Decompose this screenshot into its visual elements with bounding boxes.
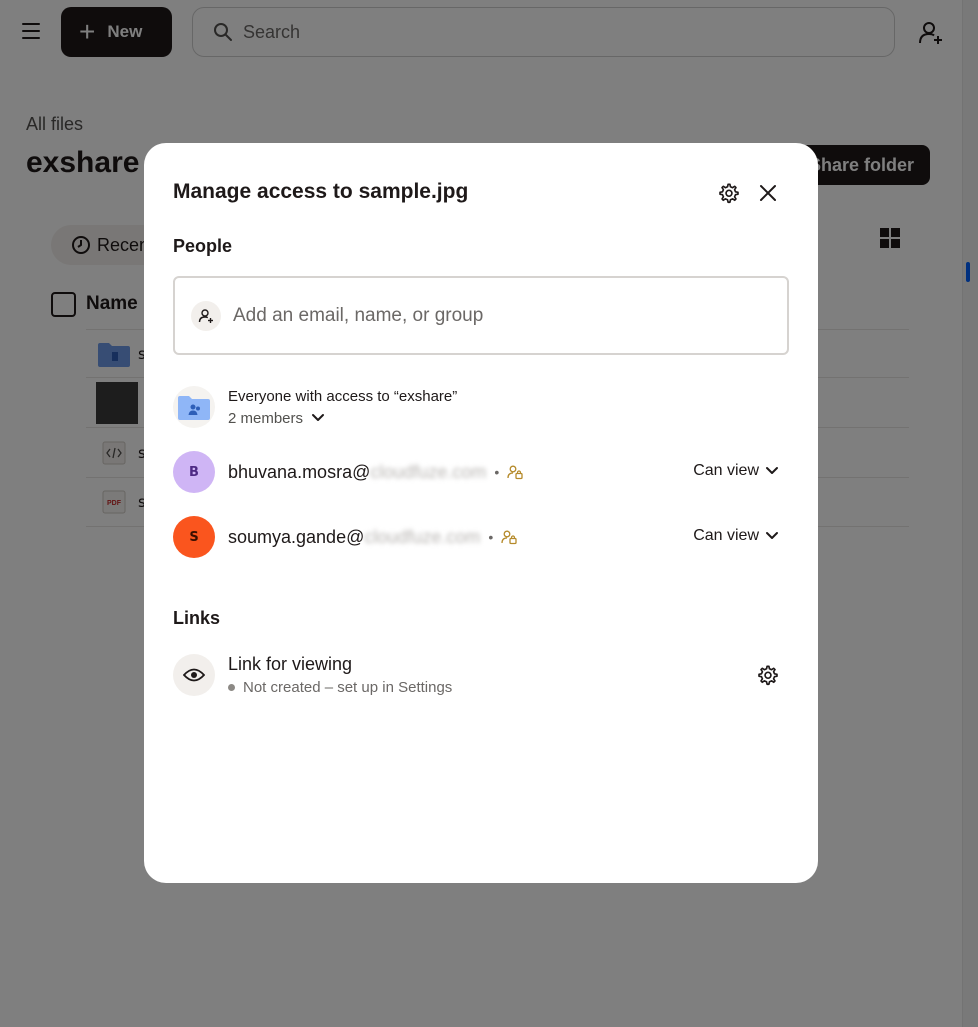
group-access-row: Everyone with access to “exshare” 2 memb… [173, 385, 789, 429]
member-email-domain: cloudfuze.com [370, 461, 487, 482]
chevron-down-icon [312, 414, 325, 421]
member-email: bhuvana.mosra@cloudfuze.com • [228, 462, 523, 483]
member-email-domain: cloudfuze.com [364, 526, 481, 547]
close-icon[interactable] [758, 183, 778, 203]
role-label: Can view [693, 527, 759, 544]
member-email-user: bhuvana.mosra@ [228, 461, 371, 482]
role-label: Can view [693, 462, 759, 479]
add-person-icon [191, 300, 221, 331]
settings-gear-icon[interactable] [718, 182, 740, 204]
link-status: Not created – set up in Settings [228, 679, 452, 696]
member-row: B bhuvana.mosra@cloudfuze.com • Can view [173, 450, 789, 494]
role-dropdown[interactable]: Can view [693, 527, 779, 545]
people-heading: People [173, 236, 233, 256]
avatar: S [173, 516, 215, 558]
eye-icon [173, 654, 215, 696]
link-settings-gear-icon[interactable] [757, 664, 779, 686]
link-status-text: Not created – set up in Settings [243, 679, 453, 696]
add-people-field[interactable] [173, 276, 789, 355]
role-dropdown[interactable]: Can view [693, 462, 779, 480]
shared-folder-icon [173, 386, 215, 428]
chevron-down-icon [766, 532, 778, 539]
link-title: Link for viewing [228, 654, 353, 674]
status-dot [228, 684, 235, 691]
lock-person-icon [501, 530, 517, 545]
link-row: Link for viewing Not created – set up in… [173, 653, 789, 697]
lock-person-icon [507, 465, 523, 480]
member-row: S soumya.gande@cloudfuze.com • Can view [173, 515, 789, 559]
add-people-input[interactable] [233, 304, 753, 327]
separator-dot: • [494, 464, 500, 480]
member-email: soumya.gande@cloudfuze.com • [228, 527, 517, 548]
avatar: B [173, 451, 215, 493]
member-email-user: soumya.gande@ [228, 526, 365, 547]
manage-access-dialog: Manage access to sample.jpg People Every… [144, 143, 818, 883]
chevron-down-icon [766, 467, 778, 474]
dialog-title: Manage access to sample.jpg [173, 180, 469, 203]
members-count: 2 members [228, 409, 304, 427]
members-dropdown[interactable]: 2 members [228, 410, 457, 427]
group-title: Everyone with access to “exshare” [228, 387, 458, 405]
links-heading: Links [173, 608, 221, 628]
separator-dot: • [488, 529, 494, 545]
